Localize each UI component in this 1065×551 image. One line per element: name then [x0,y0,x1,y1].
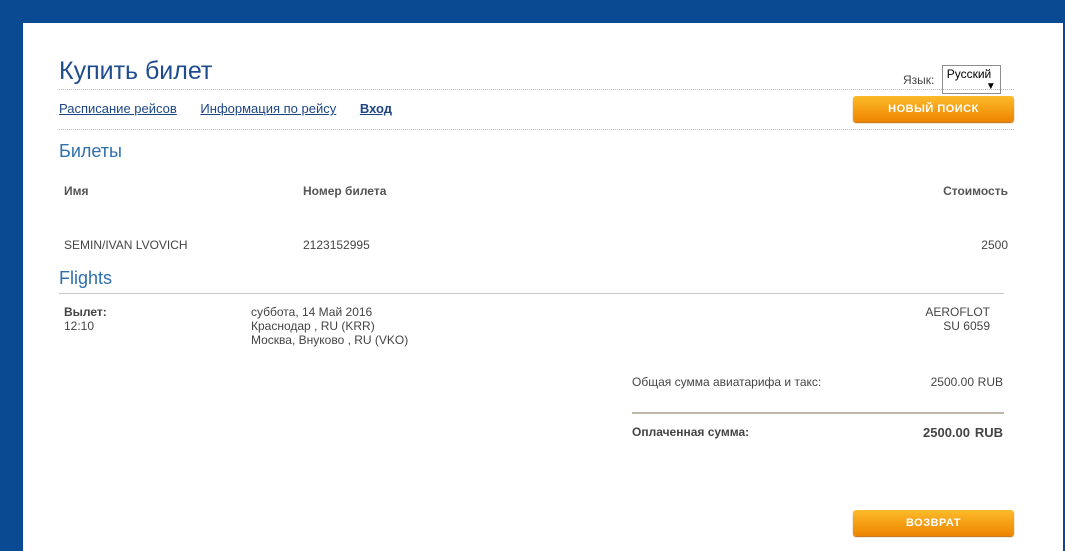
column-header-name: Имя [64,184,89,198]
divider [59,293,1004,294]
ticket-number: 2123152995 [303,238,370,252]
refund-button[interactable]: ВОЗВРАТ [853,510,1014,536]
ticket-price: 2500 [981,238,1008,252]
top-nav: Расписание рейсов Информация по рейсу Вх… [59,101,412,116]
page-title: Купить билет [59,57,213,85]
divider [59,89,1014,90]
new-search-button[interactable]: НОВЫЙ ПОИСК [853,96,1014,122]
left-frame-bar [0,0,23,551]
ticket-passenger-name: SEMIN/IVAN LVOVICH [64,238,188,252]
tickets-section-title: Билеты [59,141,122,161]
flight-date: суббота, 14 Май 2016 [251,305,373,319]
flight-destination: Москва, Внуково , RU (VKO) [251,333,409,347]
nav-link-login[interactable]: Вход [360,101,392,116]
column-header-price: Стоимость [943,184,1008,198]
flight-origin: Краснодар , RU (KRR) [251,319,375,333]
flight-number: SU 6059 [943,319,990,333]
fare-total-label: Общая сумма авиатарифа и такс: [632,375,822,389]
fare-total-amount: 2500.00 [930,375,974,389]
language-selected-value: Русский [946,67,992,81]
divider [59,129,1014,130]
departure-time: 12:10 [64,319,95,333]
paid-total-label: Оплаченная сумма: [632,425,750,439]
totals-divider [632,412,1004,414]
departure-label: Вылет: [64,305,107,319]
nav-link-schedule[interactable]: Расписание рейсов [59,101,177,116]
flights-section-title: Flights [59,268,113,288]
nav-link-flight-info[interactable]: Информация по рейсу [200,101,336,116]
column-header-ticket-number: Номер билета [303,184,387,198]
chevron-down-icon: ▼ [985,81,996,92]
language-label: Язык: [903,72,935,87]
top-frame-bar [0,0,1065,23]
fare-total-currency: RUB [977,375,1003,389]
flight-carrier: AEROFLOT [925,305,990,319]
main-content: Купить билет Язык: Русский ▼ Расписание р… [23,23,1063,551]
paid-total-amount: 2500.00 [923,425,970,440]
paid-total-currency: RUB [974,425,1003,440]
